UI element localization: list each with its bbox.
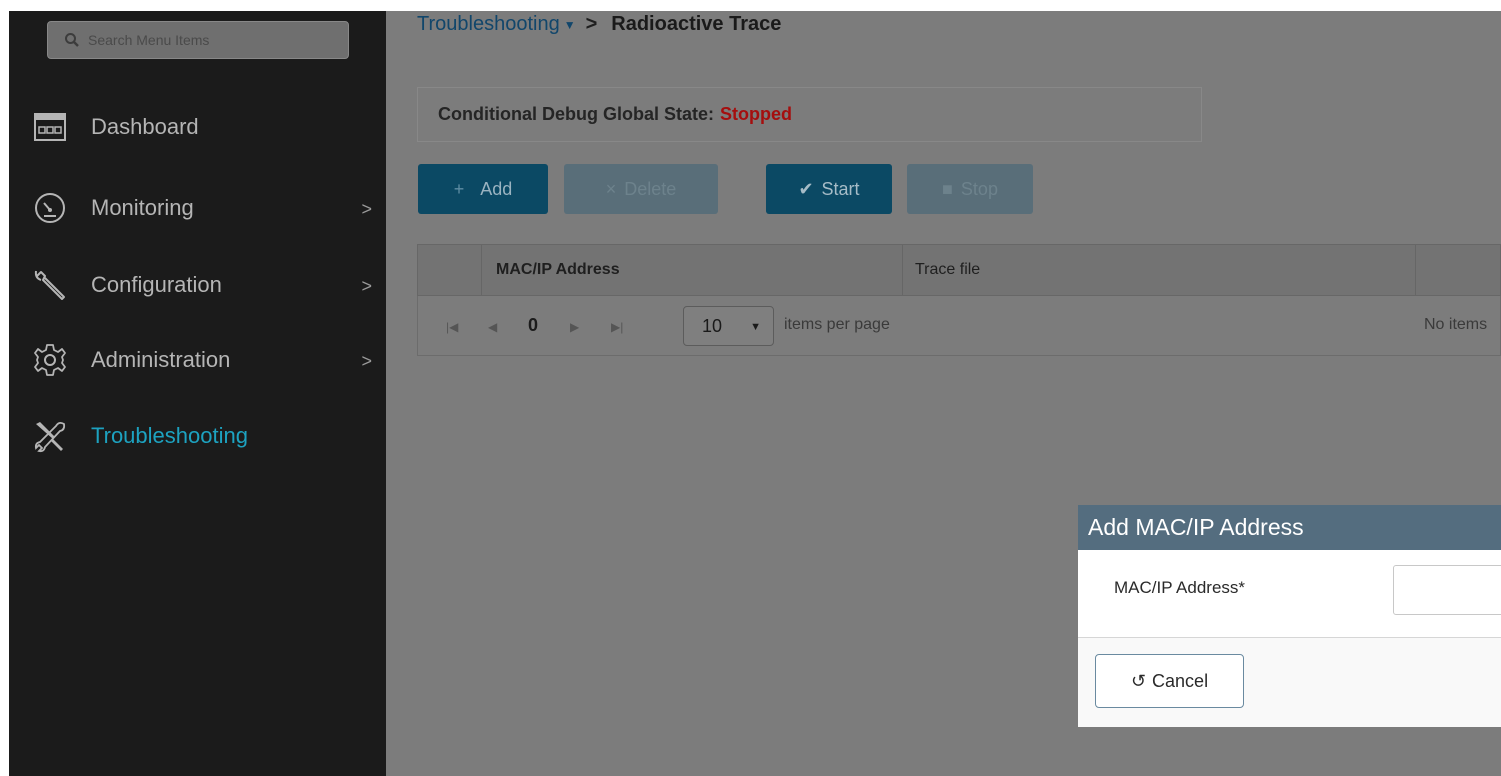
checkmark-icon: ✔ — [798, 178, 814, 199]
page-title: Radioactive Trace — [611, 13, 782, 35]
search-input[interactable]: Search Menu Items — [47, 21, 349, 59]
close-icon: × — [605, 178, 617, 199]
start-button[interactable]: ✔ Start — [766, 164, 892, 214]
table-pager: |◀ ◀ 0 ▶ ▶| 10 ▼ items per page No items — [417, 296, 1501, 356]
mac-ip-input[interactable] — [1393, 565, 1501, 615]
items-per-page-select[interactable]: 10 ▼ — [683, 306, 774, 346]
column-header-mac-ip[interactable]: MAC/IP Address — [481, 245, 902, 295]
sidebar-item-monitoring[interactable]: Monitoring > — [33, 187, 378, 229]
tools-icon — [33, 419, 67, 453]
plus-icon: + — [453, 178, 465, 199]
first-page-icon[interactable]: |◀ — [446, 320, 458, 334]
sidebar-item-label: Configuration — [91, 272, 222, 297]
add-button-label: Add — [480, 178, 513, 199]
add-mac-ip-dialog: Add MAC/IP Address MAC/IP Address* ↺ Can… — [1078, 505, 1501, 727]
breadcrumb: Troubleshooting ▼ > Radioactive Trace — [417, 13, 781, 36]
undo-icon: ↺ — [1130, 670, 1147, 691]
caret-down-icon[interactable]: ▼ — [564, 18, 576, 32]
sidebar-item-label: Monitoring — [91, 195, 194, 220]
dialog-footer: ↺ Cancel — [1078, 638, 1501, 727]
debug-state-panel: Conditional Debug Global State: Stopped — [417, 87, 1202, 142]
breadcrumb-separator: > — [585, 13, 598, 35]
page-number: 0 — [528, 315, 539, 335]
trace-table: MAC/IP Address Trace file |◀ ◀ 0 ▶ ▶| 10… — [417, 244, 1501, 356]
breadcrumb-parent-link[interactable]: Troubleshooting — [417, 13, 560, 36]
last-page-icon[interactable]: ▶| — [611, 320, 623, 334]
empty-state-text: No items — [1424, 316, 1488, 333]
stop-square-icon: ■ — [942, 178, 953, 199]
column-header-extra — [1415, 245, 1501, 295]
items-per-page-label: items per page — [784, 316, 890, 333]
debug-state-label: Conditional Debug Global State: — [438, 104, 714, 124]
sidebar-item-label: Dashboard — [91, 114, 199, 139]
delete-button[interactable]: × Delete — [564, 164, 718, 214]
cancel-button[interactable]: ↺ Cancel — [1095, 654, 1244, 708]
chevron-right-icon: > — [361, 351, 372, 371]
dialog-body: MAC/IP Address* — [1078, 550, 1501, 638]
stop-button[interactable]: ■ Stop — [907, 164, 1033, 214]
search-icon — [65, 33, 79, 47]
mac-ip-field-label: MAC/IP Address* — [1114, 578, 1246, 597]
gauge-icon — [33, 191, 67, 225]
dashboard-icon — [33, 110, 67, 144]
sidebar-item-label: Administration — [91, 347, 231, 372]
next-page-icon[interactable]: ▶ — [570, 320, 579, 334]
stop-button-label: Stop — [960, 178, 998, 199]
left-border — [0, 0, 9, 776]
sidebar-item-administration[interactable]: Administration > — [33, 339, 378, 381]
top-border — [0, 0, 1501, 11]
cancel-button-label: Cancel — [1152, 670, 1209, 691]
select-all-column[interactable] — [418, 245, 481, 295]
chevron-right-icon: > — [361, 276, 372, 296]
chevron-right-icon: > — [361, 199, 372, 219]
start-button-label: Start — [821, 178, 860, 199]
sidebar-item-dashboard[interactable]: Dashboard — [33, 106, 378, 148]
table-header: MAC/IP Address Trace file — [417, 244, 1501, 296]
items-per-page-value: 10 — [702, 315, 723, 336]
add-button[interactable]: + Add — [418, 164, 548, 214]
column-header-trace-file[interactable]: Trace file — [902, 245, 1415, 295]
sidebar-item-configuration[interactable]: Configuration > — [33, 264, 378, 306]
sidebar-item-label: Troubleshooting — [91, 423, 248, 448]
chevron-down-icon: ▼ — [750, 321, 761, 333]
dialog-title: Add MAC/IP Address — [1078, 505, 1501, 550]
status-badge: Stopped — [720, 104, 792, 124]
wrench-icon — [33, 268, 67, 302]
search-placeholder: Search Menu Items — [88, 32, 210, 48]
sidebar-item-troubleshooting[interactable]: Troubleshooting — [33, 415, 378, 457]
delete-button-label: Delete — [624, 178, 677, 199]
sidebar: Search Menu Items Dashboard Monitoring > — [9, 11, 386, 776]
gear-icon — [33, 343, 67, 377]
previous-page-icon[interactable]: ◀ — [488, 320, 497, 334]
